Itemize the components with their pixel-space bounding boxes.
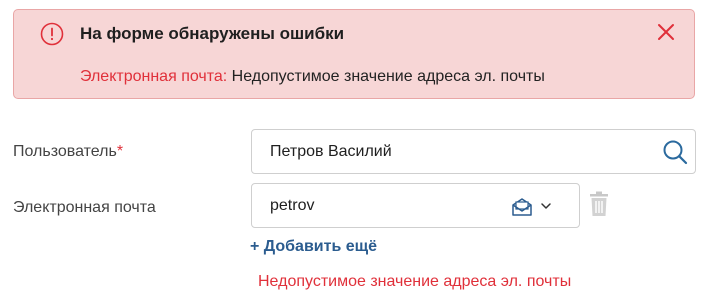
exclamation-circle-icon [40,22,64,46]
required-mark: * [116,143,124,160]
email-field-value: petrov [270,197,315,214]
email-field[interactable]: petrov [251,183,580,228]
close-icon[interactable] [656,22,676,42]
user-field[interactable]: Петров Василий [251,129,696,174]
chevron-down-icon[interactable] [540,201,552,211]
alert-message: Электронная почта: Недопустимое значение… [80,66,545,88]
alert-field-name: Электронная почта: [80,68,228,85]
add-more-link[interactable]: + Добавить ещё [250,236,377,258]
alert-title: На форме обнаружены ошибки [80,24,345,43]
trash-icon[interactable] [587,191,611,217]
user-field-value: Петров Василий [270,143,392,160]
email-error-text: Недопустимое значение адреса эл. почты [258,273,572,290]
mail-icon[interactable] [511,197,533,217]
email-label: Электронная почта [13,199,156,216]
user-label-text: Пользователь [13,143,117,160]
user-label: Пользователь* [13,141,123,163]
search-icon[interactable] [661,138,689,166]
error-alert: На форме обнаружены ошибки Электронная п… [13,9,695,99]
alert-message-text: Недопустимое значение адреса эл. почты [227,68,545,85]
